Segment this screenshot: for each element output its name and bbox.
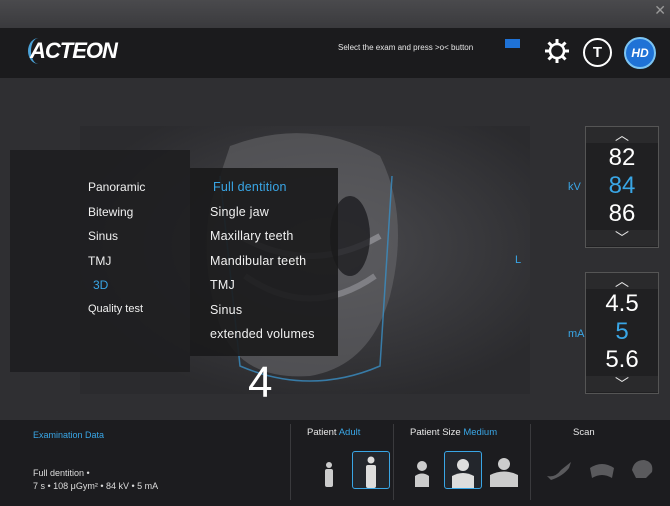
ma-stepper: ︿ 4.5 5 5.6 ﹀	[585, 272, 659, 394]
kv-stepper: ︿ 82 84 86 ﹀	[585, 126, 659, 248]
scan-jaw-icon[interactable]	[545, 458, 573, 486]
size-medium-button[interactable]	[444, 451, 482, 489]
scan-teeth-icon[interactable]	[588, 458, 616, 486]
divider	[393, 424, 394, 500]
category-bitewing[interactable]: Bitewing	[88, 205, 133, 219]
size-large-button[interactable]	[486, 451, 522, 487]
side-label: L	[515, 254, 522, 266]
title-bar: ✕	[0, 0, 670, 28]
category-3d[interactable]: 3D	[93, 278, 108, 292]
category-tmj[interactable]: TMJ	[88, 254, 111, 268]
examination-data-label: Examination Data	[33, 430, 105, 440]
patient-adult-button[interactable]	[352, 451, 390, 489]
exam-summary-line2: 7 s • 108 μGym² • 84 kV • 5 mA	[33, 481, 159, 491]
exam-summary-line1: Full dentition •	[33, 468, 90, 478]
gear-icon[interactable]	[542, 36, 572, 66]
exam-maxillary-teeth[interactable]: Maxillary teeth	[210, 229, 294, 243]
kv-up-chevron-icon[interactable]: ︿	[586, 127, 658, 143]
exam-sinus[interactable]: Sinus	[210, 303, 242, 317]
exam-tmj[interactable]: TMJ	[210, 278, 235, 292]
timer-t-icon[interactable]: T	[583, 38, 612, 67]
kv-value-lower: 82	[608, 144, 636, 171]
kv-value-higher: 86	[608, 200, 636, 227]
kv-value-current: 84	[608, 172, 636, 199]
patient-label-text: Patient	[307, 427, 337, 438]
ma-value-lower: 4.5	[605, 290, 639, 317]
child-icon	[325, 462, 333, 487]
size-medium-icon	[452, 459, 474, 488]
patient-size-label-text: Patient Size	[410, 427, 461, 438]
size-large-icon	[490, 458, 518, 487]
step-number: 4	[248, 358, 273, 407]
start-button-indicator	[505, 39, 520, 48]
close-icon[interactable]: ✕	[654, 2, 666, 19]
ma-unit-label: mA	[568, 328, 585, 340]
ma-down-chevron-icon[interactable]: ﹀	[586, 376, 658, 392]
patient-size-value: Medium	[463, 427, 498, 438]
acteon-logo: ACTEON	[30, 38, 118, 63]
patient-child-button[interactable]	[311, 451, 347, 487]
exam-full-dentition[interactable]: Full dentition	[213, 180, 287, 194]
exam-single-jaw[interactable]: Single jaw	[210, 205, 269, 219]
adult-icon	[366, 456, 376, 488]
category-sinus[interactable]: Sinus	[88, 229, 118, 243]
scan-label: Scan	[573, 427, 595, 438]
instruction-text: Select the exam and press >o< button	[338, 43, 474, 52]
kv-unit-label: kV	[568, 181, 581, 193]
category-quality-test[interactable]: Quality test	[88, 303, 143, 315]
patient-label: Patient Adult	[307, 427, 360, 438]
ma-value-current: 5	[615, 318, 629, 345]
divider	[290, 424, 291, 500]
exam-extended-volumes[interactable]: extended volumes	[210, 327, 315, 341]
scan-skull-icon[interactable]	[628, 458, 656, 486]
patient-size-label: Patient Size Medium	[410, 427, 497, 438]
divider	[530, 424, 531, 500]
size-small-button[interactable]	[404, 451, 440, 487]
kv-down-chevron-icon[interactable]: ﹀	[586, 230, 658, 246]
size-small-icon	[415, 461, 429, 487]
ma-value-higher: 5.6	[605, 346, 639, 373]
patient-value: Adult	[338, 427, 361, 438]
category-panoramic[interactable]: Panoramic	[88, 180, 145, 194]
hd-icon[interactable]: HD	[624, 37, 656, 69]
examination-data: Full dentition • 7 s • 108 μGym² • 84 kV…	[33, 467, 158, 493]
ma-up-chevron-icon[interactable]: ︿	[586, 273, 658, 289]
exam-mandibular-teeth[interactable]: Mandibular teeth	[210, 254, 306, 268]
